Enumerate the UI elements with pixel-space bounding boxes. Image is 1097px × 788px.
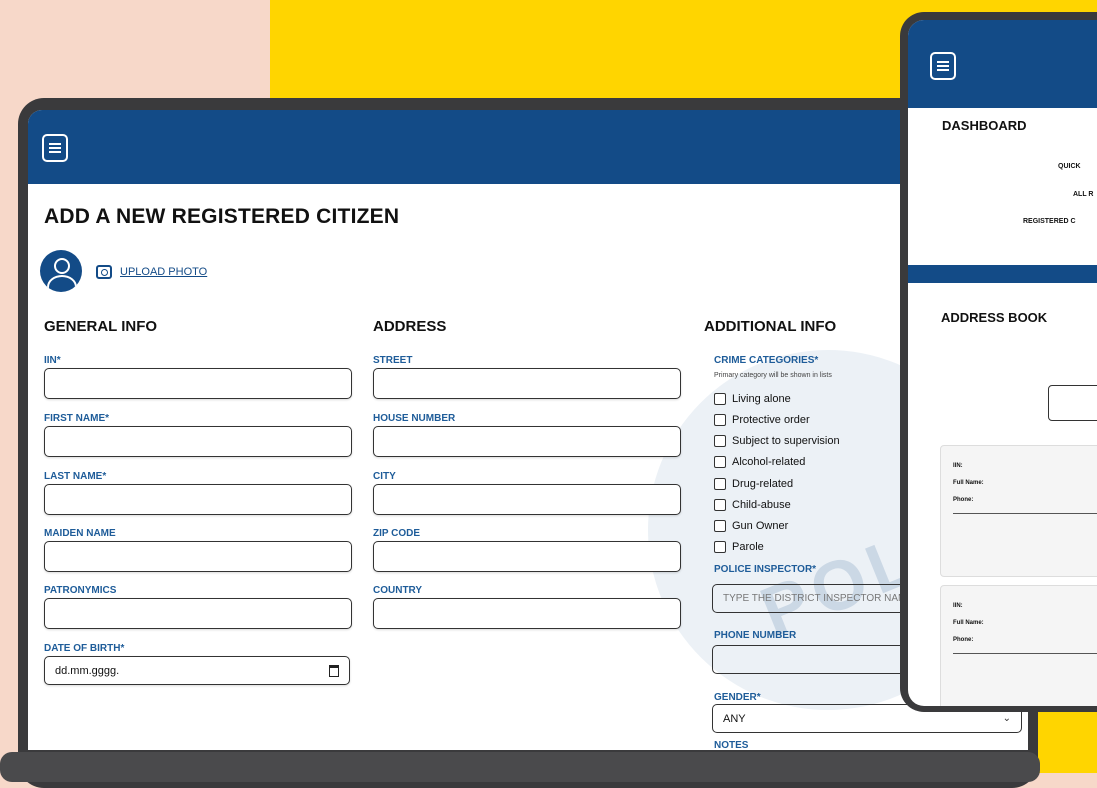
label-gender: GENDER* [714,692,761,703]
card-full-name-label: Full Name: [953,480,984,486]
tablet-device: DASHBOARD QUICK ALL R REGISTERED C ADDRE… [900,12,1097,712]
card-iin-label: IIN: [953,463,963,469]
card-divider [953,653,1097,654]
label-first-name: FIRST NAME* [44,413,109,424]
last-name-input[interactable] [44,484,352,515]
iin-input[interactable] [44,368,352,399]
checkbox-subject-to-supervision[interactable]: Subject to supervision [714,435,840,447]
zip-code-input[interactable] [373,541,681,572]
police-inspector-placeholder: TYPE THE DISTRICT INSPECTOR NAME [723,593,914,604]
date-placeholder: dd.mm.gggg. [55,664,120,677]
laptop-screen: POLI ADD A NEW REGISTERED CITIZEN UPLOAD… [28,110,1028,750]
menu-icon[interactable] [42,134,68,162]
label-patronymics: PATRONYMICS [44,585,117,596]
checkbox-living-alone[interactable]: Living alone [714,393,791,405]
tablet-app-bar [908,20,1097,108]
label-zip-code: ZIP CODE [373,528,421,539]
maiden-name-input[interactable] [44,541,352,572]
citizen-card[interactable]: IIN: Full Name: Phone: [940,585,1097,706]
address-book-title: ADDRESS BOOK [941,310,1048,325]
crime-categories-hint: Primary category will be shown in lists [714,372,832,379]
calendar-icon[interactable] [329,664,339,677]
date-of-birth-input[interactable]: dd.mm.gggg. [44,656,350,685]
tablet-screen: DASHBOARD QUICK ALL R REGISTERED C ADDRE… [908,20,1097,706]
laptop-base [0,752,1040,782]
section-additional-info: ADDITIONAL INFO [704,318,837,335]
checkbox-protective-order[interactable]: Protective order [714,414,810,426]
profile-avatar [40,250,82,292]
label-last-name: LAST NAME* [44,471,107,482]
registered-citizens-link[interactable]: REGISTERED C [1023,218,1076,225]
label-country: COUNTRY [373,585,423,596]
house-number-input[interactable] [373,426,681,457]
upload-photo-link[interactable]: UPLOAD PHOTO [120,266,207,278]
citizen-card[interactable]: IIN: Full Name: Phone: [940,445,1097,577]
address-book-search[interactable] [1048,385,1097,421]
label-crime-categories: CRIME CATEGORIES* [714,355,819,366]
patronymics-input[interactable] [44,598,352,629]
section-address: ADDRESS [373,318,447,335]
camera-icon [96,265,112,279]
tablet-divider-bar [908,265,1097,283]
checkbox-drug-related[interactable]: Drug-related [714,478,793,490]
checkbox-child-abuse[interactable]: Child-abuse [714,499,791,511]
label-city: CITY [373,471,396,482]
checkbox-alcohol-related[interactable]: Alcohol-related [714,456,805,468]
label-police-inspector: POLICE INSPECTOR* [714,564,817,575]
card-phone-label: Phone: [953,637,974,643]
first-name-input[interactable] [44,426,352,457]
label-notes: NOTES [714,740,749,750]
label-phone-number: PHONE NUMBER [714,630,797,641]
card-phone-label: Phone: [953,497,974,503]
laptop-device: POLI ADD A NEW REGISTERED CITIZEN UPLOAD… [18,98,1038,788]
checkbox-parole[interactable]: Parole [714,541,764,553]
page-title: ADD A NEW REGISTERED CITIZEN [44,205,400,228]
menu-icon[interactable] [930,52,956,80]
country-input[interactable] [373,598,681,629]
card-full-name-label: Full Name: [953,620,984,626]
quick-link[interactable]: QUICK [1058,163,1081,170]
all-registered-link[interactable]: ALL R [1073,191,1093,198]
chevron-down-icon: ⌄ [1002,713,1011,724]
label-iin: IIN* [44,355,61,366]
upload-photo-button[interactable]: UPLOAD PHOTO [96,265,207,279]
label-maiden-name: MAIDEN NAME [44,528,116,539]
gender-value: ANY [723,712,746,725]
dashboard-title: DASHBOARD [942,118,1027,133]
city-input[interactable] [373,484,681,515]
top-app-bar [28,110,1028,184]
card-iin-label: IIN: [953,603,963,609]
section-general-info: GENERAL INFO [44,318,158,335]
street-input[interactable] [373,368,681,399]
label-house-number: HOUSE NUMBER [373,413,456,424]
card-divider [953,513,1097,514]
checkbox-gun-owner[interactable]: Gun Owner [714,520,788,532]
label-street: STREET [373,355,413,366]
label-date-of-birth: DATE OF BIRTH* [44,643,125,654]
